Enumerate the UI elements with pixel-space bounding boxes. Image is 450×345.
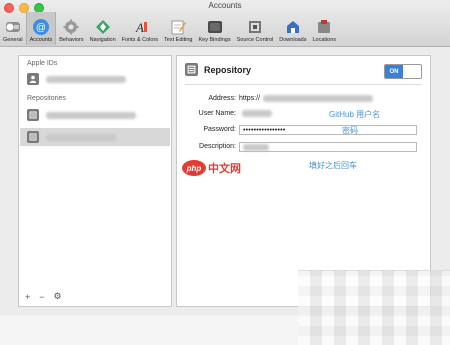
username-field[interactable] [239,110,272,117]
tab-accounts[interactable]: @ Accounts [25,12,57,45]
pixelated-overlay [298,270,450,345]
accounts-list: Apple IDs Repositories + − ⚙ [18,55,172,307]
at-icon: @ [32,18,50,36]
php-cn-watermark: php 中文网 [182,160,241,176]
repository-title: Repository [204,64,252,75]
list-footer: + − ⚙ [25,291,62,302]
repository-name-redacted [46,111,136,119]
repository-icon [185,63,198,76]
php-logo: php [182,160,206,176]
locations-icon [315,18,333,36]
tab-source-control[interactable]: Source Control [234,12,277,45]
repository-enabled-toggle[interactable]: ON [384,64,422,79]
tab-navigation[interactable]: Navigation [87,12,119,45]
password-label: Password: [203,126,236,133]
tab-text-editing[interactable]: Text Editing [161,12,195,45]
source-control-icon [246,18,264,36]
repository-icon [27,109,39,121]
repository-row-selected[interactable] [20,128,170,146]
username-redacted [242,110,272,117]
address-redacted [263,95,374,102]
tab-general[interactable]: General [0,12,26,45]
downloads-icon [284,18,302,36]
keyboard-icon [206,18,224,36]
repository-header: Repository [185,63,251,76]
password-value: •••••••••••••••• [243,126,286,134]
navigation-icon [94,18,112,36]
repository-row[interactable] [20,106,170,124]
tab-locations[interactable]: Locations [310,12,340,45]
php-site-text: 中文网 [208,163,241,175]
apple-id-redacted [46,75,126,83]
description-label: Description: [199,143,236,150]
svg-text:@: @ [36,23,46,34]
address-prefix: https:// [239,95,261,102]
svg-text:A: A [135,20,144,35]
gear-icon[interactable]: ⚙ [54,291,62,302]
switch-icon [4,18,22,36]
remove-account-button[interactable]: − [39,292,44,302]
accounts-window: Accounts General @ Accounts Behaviors Na… [0,0,450,345]
repository-icon [27,131,39,143]
apple-ids-header: Apple IDs [27,60,58,67]
toggle-on-label: ON [385,65,403,78]
description-redacted [243,143,269,151]
address-label: Address: [208,95,236,102]
description-field[interactable] [239,142,417,152]
repository-name-redacted [46,133,116,141]
tab-behaviors[interactable]: Behaviors [56,12,86,45]
tab-fonts-colors[interactable]: A Fonts & Colors [119,12,161,45]
tab-downloads[interactable]: Downloads [276,12,309,45]
apple-id-row[interactable] [20,70,170,88]
pencil-icon [169,18,187,36]
password-field[interactable]: •••••••••••••••• [239,125,417,135]
title-bar: Accounts General @ Accounts Behaviors Na… [0,0,450,47]
font-icon: A [131,18,149,36]
annotation-password: 密码 [342,126,358,135]
username-label: User Name: [198,110,236,117]
gear-icon [62,18,80,36]
header-divider [185,84,422,85]
repositories-header: Repositories [27,95,66,102]
tab-key-bindings[interactable]: Key Bindings [195,12,233,45]
annotation-github-username: GitHub 用户名 [329,110,381,119]
annotation-after-fill: 填好之后回车 [309,161,357,170]
preferences-toolbar: General @ Accounts Behaviors Navigation [0,11,339,45]
window-title: Accounts [208,1,242,10]
person-icon [27,73,39,85]
address-value[interactable]: https:// [239,95,374,102]
add-account-button[interactable]: + [25,292,30,302]
